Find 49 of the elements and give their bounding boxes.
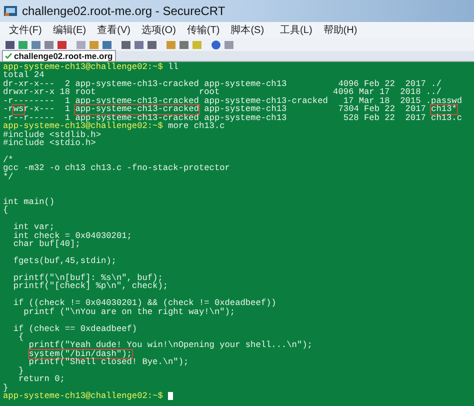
- terminal-text: int main(): [3, 198, 55, 206]
- terminal-text: printf("Yeah dude! You win!\nOpening your shell...\n");: [28, 341, 312, 350]
- terminal-text: more ch13.c: [168, 122, 225, 130]
- terminal-text: -r-------- 1 app-systeme-ch13-cracked app-systeme-ch13-cracked 17 Mar 18 2015 .passwd: [3, 96, 462, 106]
- highlighted-text: ch13*: [431, 105, 457, 114]
- terminal-text: printf("[check] %p\n", check);: [12, 282, 168, 291]
- terminal-text: #include <stdio.h>: [3, 138, 96, 148]
- app-icon: [4, 5, 18, 17]
- menu-item[interactable]: 编辑(E): [52, 22, 86, 38]
- shell-prompt: app-systeme-ch13@challenge02:~$: [3, 392, 164, 400]
- terminal-text: -r: [3, 105, 14, 114]
- terminal-text: ll: [168, 63, 178, 72]
- terminal-text: /*: [3, 156, 14, 164]
- highlighted-text: app-systeme-ch13-cracked: [75, 105, 200, 114]
- menu-item[interactable]: 帮助(H): [323, 22, 358, 38]
- terminal-text: printf("\n[buf]: %s\n", buf);: [12, 274, 163, 282]
- menu-item[interactable]: 查看(V): [97, 22, 130, 38]
- terminal-text: }: [3, 384, 8, 392]
- session-tab[interactable]: challenge02.root-me.org: [2, 50, 116, 61]
- terminal-text: return 0;: [17, 375, 65, 384]
- terminal-text: char buf[40];: [12, 240, 80, 249]
- terminal-text: printf ("\nYou are on the right way!\n");: [22, 308, 236, 316]
- terminal-text: #include <stdlib.h>: [3, 130, 101, 139]
- terminal-text: dr-xr-x--- 2 app-systeme-ch13-cracked app-systeme-ch13 4096 Feb 22 2017 ./: [3, 80, 442, 88]
- highlighted-text: system("/bin/dash");: [28, 350, 132, 358]
- terminal-text: app-systeme-ch13 7304 Feb 22 2017: [203, 105, 427, 114]
- terminal-text: gcc -m32 -o ch13 ch13.c -fno-stack-protector: [3, 164, 230, 173]
- terminal-text: */: [3, 172, 14, 182]
- highlighted-text: ws: [13, 105, 24, 114]
- menu-item[interactable]: 脚本(S): [230, 22, 264, 38]
- terminal-text: {: [3, 206, 8, 215]
- menu-item[interactable]: 文件(F): [9, 22, 42, 38]
- terminal-text: }: [17, 366, 24, 376]
- terminal-text: printf("Shell closed! Bye.\n");: [28, 358, 189, 367]
- terminal-text: int var;: [12, 223, 55, 232]
- terminal-text: {: [17, 333, 24, 342]
- window-title: challenge02.root-me.org - SecureCRT: [22, 3, 226, 20]
- menu-item[interactable]: 传输(T): [186, 22, 220, 38]
- terminal-text: fgets(buf,45,stdin);: [12, 257, 116, 266]
- terminal-text: total 24: [3, 71, 44, 80]
- menu-item[interactable]: 工具(L): [280, 22, 312, 38]
- terminal-text: if ((check != 0x04030201) && (check != 0xdeadbeef)): [12, 299, 276, 308]
- terminal-text: -r--r----- 1 app-systeme-ch13-cracked app-systeme-ch13 528 Feb 22 2017 ch13.c: [3, 114, 462, 122]
- shell-prompt: app-systeme-ch13@challenge02:~$: [3, 63, 164, 72]
- shell-prompt: app-systeme-ch13@challenge02:~$: [3, 122, 163, 130]
- terminal-text: if (check == 0xdeadbeef): [12, 324, 138, 333]
- menu-item[interactable]: 选项(O): [141, 22, 176, 38]
- terminal-text: drwxr-xr-x 18 root root 4096 Mar 17 2018 ../: [3, 88, 442, 97]
- terminal-text: int check = 0x04030201;: [12, 232, 132, 240]
